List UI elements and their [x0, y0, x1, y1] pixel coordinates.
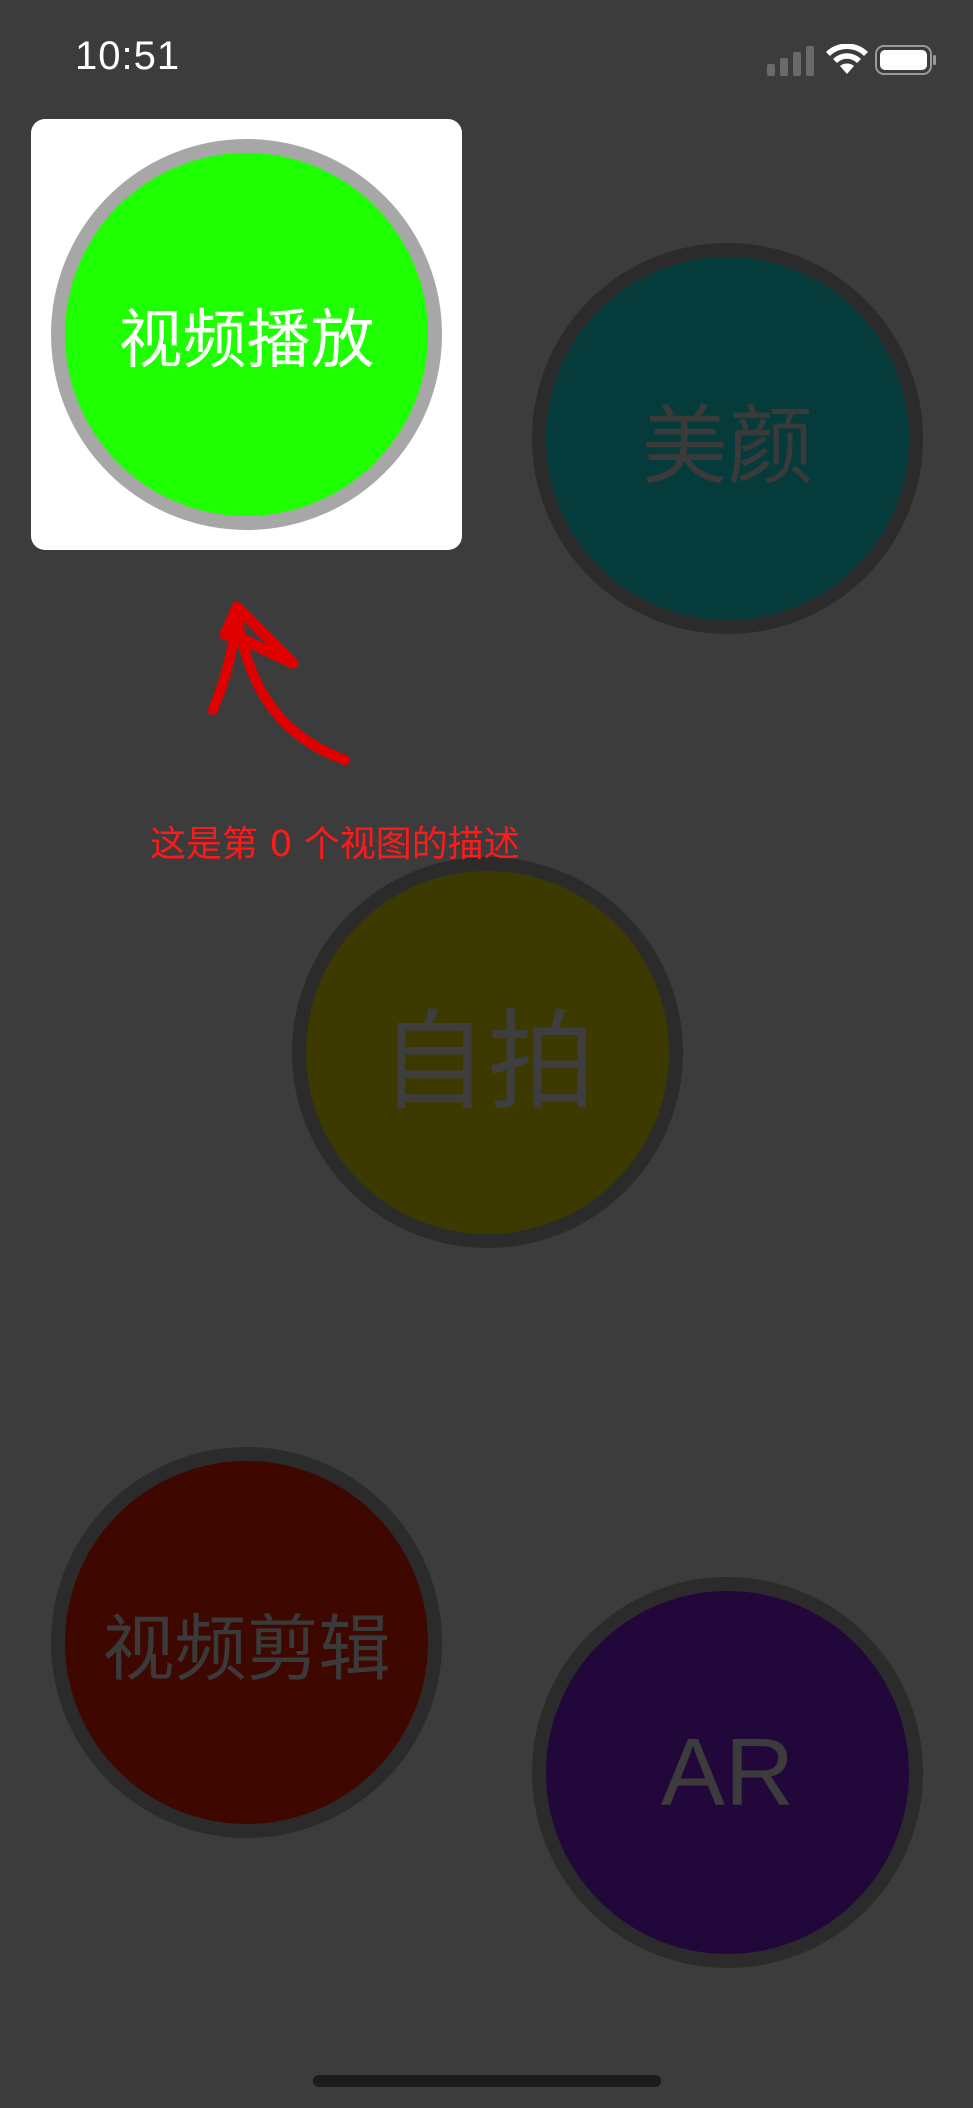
video-edit-label: 视频剪辑: [102, 1607, 391, 1691]
video-play-button[interactable]: 视频播放: [51, 139, 442, 530]
beauty-label: 美颜: [641, 397, 814, 497]
guide-arrow-icon: [208, 601, 350, 765]
status-bar: 10:51: [0, 0, 973, 110]
home-indicator[interactable]: [313, 2075, 661, 2087]
battery-icon: [875, 45, 936, 75]
status-time: 10:51: [75, 34, 181, 78]
wifi-icon: [826, 44, 868, 74]
ar-button[interactable]: AR: [532, 1577, 923, 1968]
video-play-label: 视频播放: [118, 303, 375, 378]
signal-icon: [767, 46, 814, 76]
beauty-button[interactable]: 美颜: [532, 243, 923, 634]
ar-label: AR: [660, 1718, 795, 1826]
video-edit-button[interactable]: 视频剪辑: [51, 1447, 442, 1838]
selfie-label: 自拍: [379, 999, 596, 1125]
selfie-button[interactable]: 自拍: [292, 857, 683, 1248]
guide-description: 这是第 0 个视图的描述: [150, 824, 520, 865]
